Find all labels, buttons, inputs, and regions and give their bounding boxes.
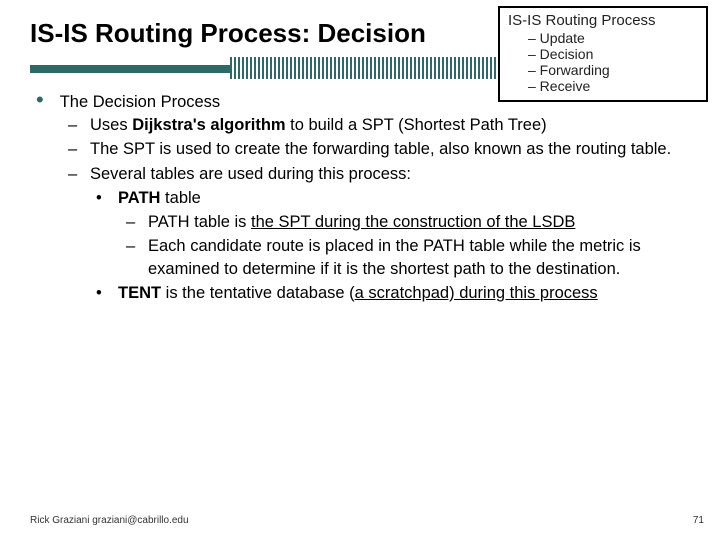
body-text: PATH table xyxy=(118,187,690,209)
dash-icon: – xyxy=(126,211,138,233)
callout-item: – Receive xyxy=(508,78,700,94)
body-text: TENT is the tentative database (a scratc… xyxy=(118,282,690,304)
body-text: The SPT is used to create the forwarding… xyxy=(90,138,690,160)
bullet-icon: • xyxy=(96,282,108,304)
dash-icon: – xyxy=(126,235,138,280)
dash-icon: – xyxy=(68,114,80,136)
body-text: Several tables are used during this proc… xyxy=(90,163,690,185)
body-text: Uses Dijkstra's algorithm to build a SPT… xyxy=(90,114,690,136)
bullet-icon: • xyxy=(96,187,108,209)
callout-item: – Forwarding xyxy=(508,62,700,78)
callout-item: – Decision xyxy=(508,46,700,62)
body-text: PATH table is the SPT during the constru… xyxy=(148,211,690,233)
bullet-icon: • xyxy=(36,91,44,112)
content-body: • The Decision Process – Uses Dijkstra's… xyxy=(30,93,696,304)
body-text: Each candidate route is placed in the PA… xyxy=(148,235,690,280)
page-number: 71 xyxy=(693,515,704,526)
callout-box: IS-IS Routing Process – Update – Decisio… xyxy=(498,6,708,102)
dash-icon: – xyxy=(68,138,80,160)
footer-text: Rick Graziani graziani@cabrillo.edu xyxy=(30,515,189,526)
callout-item: – Update xyxy=(508,30,700,46)
callout-title: IS-IS Routing Process xyxy=(508,12,700,29)
dash-icon: – xyxy=(68,163,80,185)
